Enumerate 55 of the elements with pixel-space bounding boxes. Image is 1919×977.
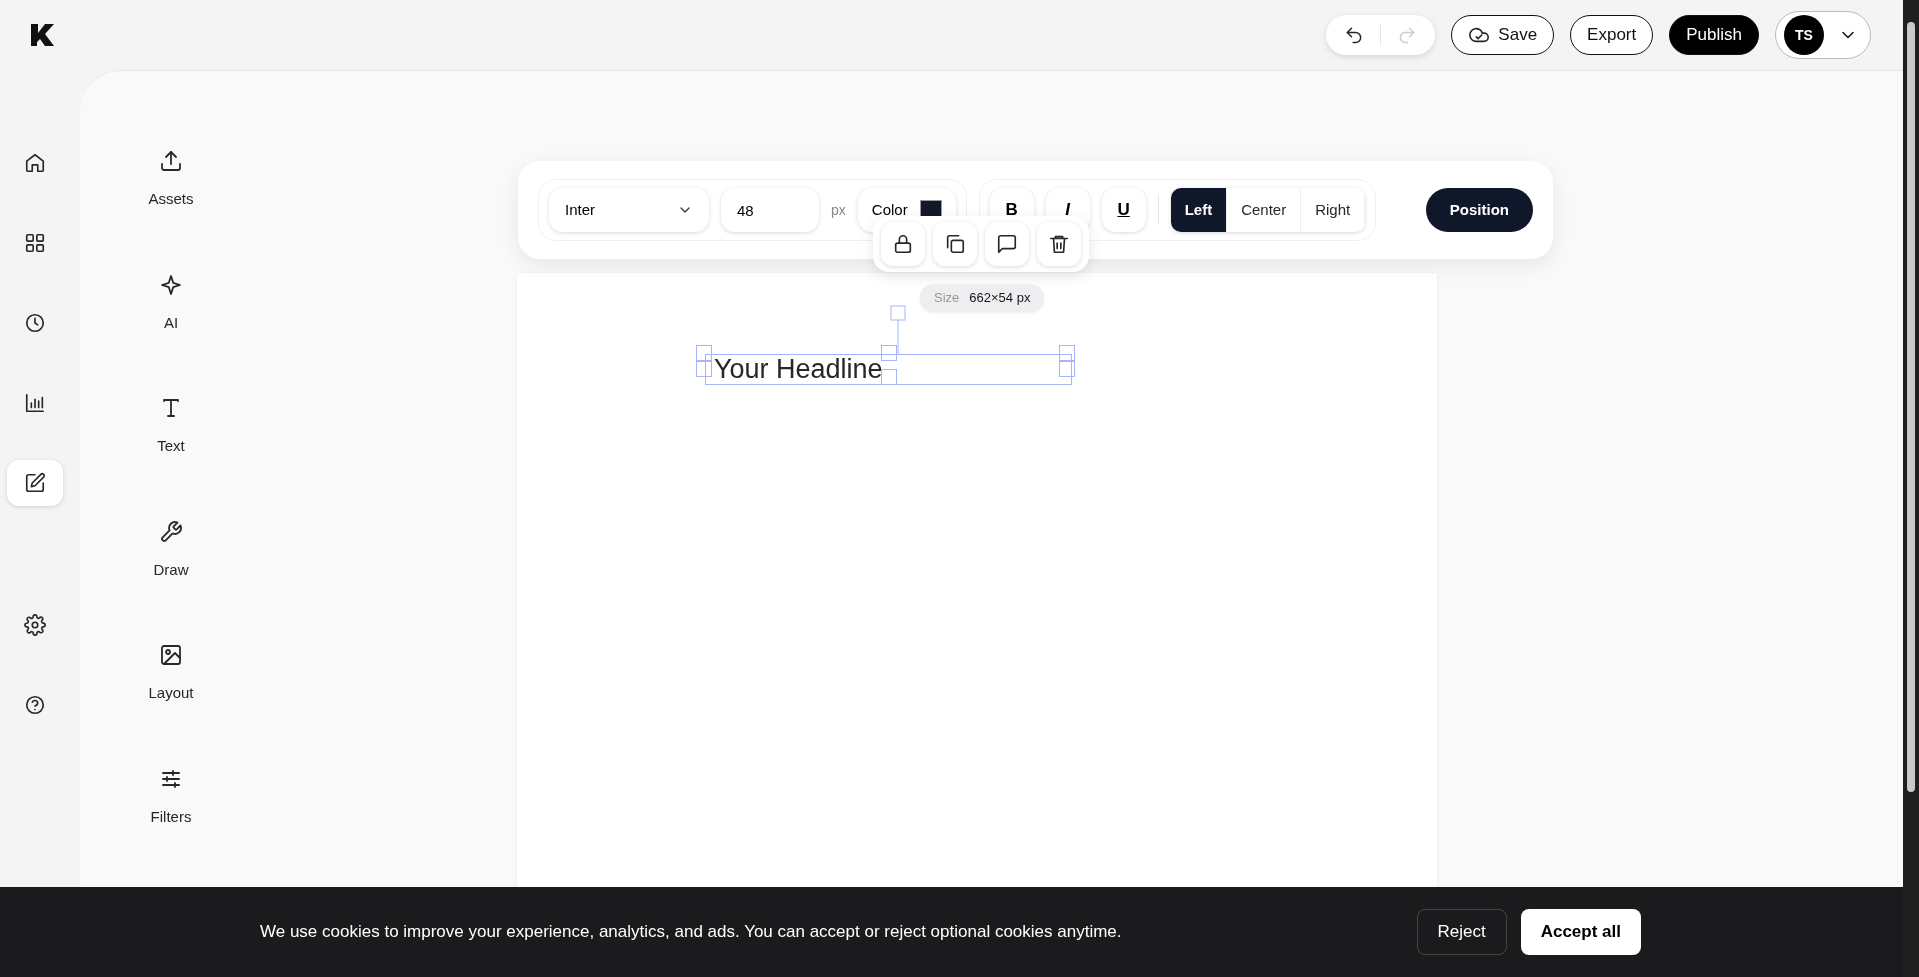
- size-value: 662×54 px: [969, 289, 1031, 307]
- publish-button[interactable]: Publish: [1669, 15, 1759, 55]
- image-icon: [159, 643, 183, 667]
- copy-icon: [944, 233, 966, 255]
- wrench-icon: [159, 519, 183, 544]
- tool-button[interactable]: Text: [157, 396, 185, 458]
- tool-button[interactable]: AI: [159, 272, 183, 334]
- resize-handle[interactable]: [696, 361, 712, 377]
- resize-handle[interactable]: [1059, 361, 1075, 377]
- font-size-field[interactable]: 48: [721, 188, 819, 232]
- settings-icon: [24, 614, 46, 636]
- comment-icon: [996, 233, 1018, 255]
- scrollbar-thumb[interactable]: [1907, 22, 1915, 792]
- size-label: Size: [934, 289, 960, 307]
- cookie-message: We use cookies to improve your experience, analytics, and ads. You can accept or reject optional cookies anytime.: [260, 921, 1122, 944]
- edit-icon: [24, 472, 46, 494]
- trash-icon: [1048, 233, 1070, 255]
- export-button[interactable]: Export: [1570, 15, 1654, 55]
- home-icon: [24, 152, 46, 174]
- font-select[interactable]: Inter: [549, 188, 709, 232]
- sparkle-icon: [159, 272, 183, 297]
- scrollbar[interactable]: [1903, 0, 1919, 977]
- save-button[interactable]: Save: [1451, 15, 1555, 55]
- upload-icon: [159, 149, 183, 173]
- lock-button[interactable]: [881, 222, 925, 266]
- underline-button[interactable]: U: [1101, 188, 1146, 232]
- resize-handle[interactable]: [881, 369, 897, 385]
- tool-button[interactable]: Filters: [150, 766, 192, 828]
- clock-icon: [24, 312, 46, 334]
- resize-handle[interactable]: [1059, 345, 1075, 361]
- duplicate-button[interactable]: [933, 222, 977, 266]
- reject-button[interactable]: Reject: [1416, 909, 1507, 955]
- position-button[interactable]: Position: [1425, 188, 1533, 232]
- resize-handle[interactable]: [696, 345, 712, 361]
- logo-icon: [29, 23, 55, 47]
- lock-icon: [892, 233, 914, 255]
- user-avatar: TS: [1784, 15, 1824, 55]
- grid-icon: [24, 232, 46, 254]
- tool-button[interactable]: Draw: [153, 519, 189, 581]
- comment-button[interactable]: [985, 222, 1029, 266]
- align-button[interactable]: Left: [1170, 188, 1228, 232]
- align-button[interactable]: Right: [1301, 188, 1366, 232]
- tool-button[interactable]: Assets: [148, 149, 194, 211]
- user-menu[interactable]: TS: [1775, 11, 1871, 59]
- headline-text[interactable]: Your Headline: [714, 354, 883, 384]
- rotate-handle[interactable]: [890, 305, 906, 354]
- resize-handle[interactable]: [881, 345, 897, 361]
- accept-all-button[interactable]: Accept all: [1520, 909, 1641, 955]
- bar-chart-icon: [24, 392, 46, 414]
- unit-label: px: [831, 200, 846, 220]
- delete-button[interactable]: [1037, 222, 1081, 266]
- rail-button[interactable]: [7, 460, 63, 506]
- tool-button[interactable]: Layout: [148, 643, 194, 705]
- help-icon: [24, 694, 46, 716]
- align-button[interactable]: Center: [1227, 188, 1302, 232]
